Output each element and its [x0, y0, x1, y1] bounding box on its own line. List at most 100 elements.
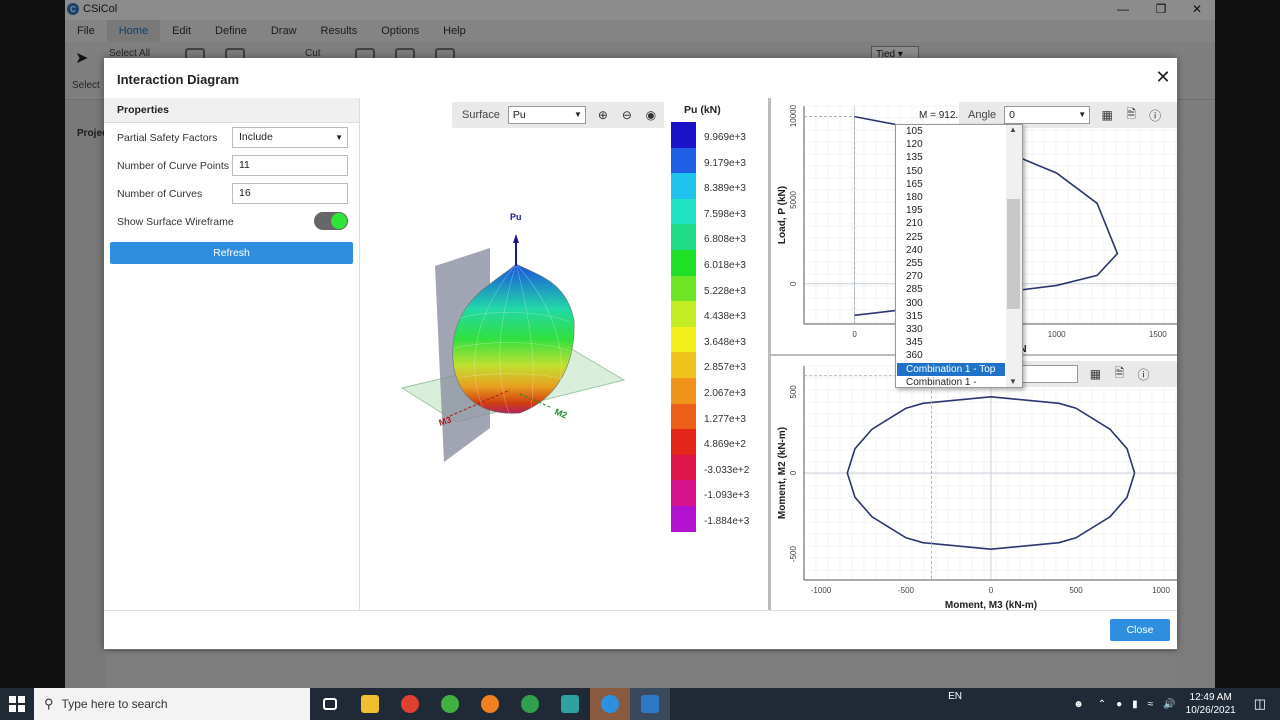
dropdown-scroll-thumb[interactable] — [1007, 199, 1020, 309]
app-green-icon[interactable] — [430, 688, 470, 720]
dropdown-option[interactable]: 135 — [897, 151, 1005, 164]
legend-swatch — [671, 480, 696, 507]
dropdown-option[interactable]: 285 — [897, 283, 1005, 296]
dropdown-option[interactable]: 210 — [897, 217, 1005, 230]
wifi-icon[interactable]: ≈ — [1148, 699, 1154, 710]
dropdown-option[interactable]: 150 — [897, 165, 1005, 178]
file-explorer-icon[interactable] — [350, 688, 390, 720]
legend-swatch — [671, 301, 696, 328]
clock[interactable]: 12:49 AM 10/26/2021 — [1186, 691, 1236, 717]
chevron-up-icon[interactable]: ⌃ — [1098, 699, 1106, 710]
app-teal-icon[interactable] — [550, 688, 590, 720]
chrome-icon[interactable] — [390, 688, 430, 720]
legend-label: 6.018e+3 — [704, 260, 746, 271]
info-icon[interactable]: ⓘ — [1146, 106, 1164, 124]
properties-header: Properties — [104, 98, 359, 123]
p-m-y-axis-title: Load, P (kN) — [777, 186, 788, 244]
surface-3d-view[interactable]: Surface Pu ▼ ⊕ ⊖ ◉ Pu M3 M2 — [360, 98, 670, 610]
legend-swatch — [671, 173, 696, 200]
csicol-taskbar-icon[interactable] — [630, 688, 670, 720]
dropdown-option[interactable]: Combination 1 - Bottom — [897, 376, 1005, 387]
legend-title: Pu (kN) — [684, 104, 721, 116]
battery-icon[interactable]: ▮ — [1132, 699, 1138, 710]
volume-icon[interactable]: 🔊 — [1163, 699, 1175, 710]
microphone-icon[interactable]: ● — [1116, 699, 1122, 710]
close-button[interactable]: Close — [1110, 619, 1170, 641]
legend-swatch — [671, 454, 696, 481]
dropdown-option[interactable]: 360 — [897, 349, 1005, 362]
legend-swatch — [671, 352, 696, 379]
m2-m3-x-axis-title: Moment, M3 (kN-m) — [945, 600, 1037, 610]
windows-taskbar: ⚲ Type here to search EN ☻ ⌃ ● ▮ ≈ 🔊 12:… — [0, 688, 1280, 720]
dropdown-option[interactable]: 180 — [897, 191, 1005, 204]
legend-label: 7.598e+3 — [704, 208, 746, 220]
table-icon[interactable]: ▦ — [1098, 106, 1116, 124]
dropdown-option[interactable]: 255 — [897, 257, 1005, 270]
dialog-footer: Close — [104, 610, 1177, 649]
curves-input[interactable]: 16 — [232, 183, 348, 204]
wireframe-toggle[interactable] — [314, 212, 348, 230]
legend-label: 4.869e+2 — [704, 439, 746, 451]
m2-m3-plot[interactable]: -1000 -500 0 500 1000 -500 0 500 Moment, M3 (kN-… — [771, 354, 1177, 610]
chevron-down-icon: ▼ — [335, 133, 343, 142]
y-tick-label: -500 — [789, 546, 798, 563]
search-icon: ⚲ — [44, 696, 54, 711]
dialog-close-icon[interactable]: ✕ — [1153, 67, 1173, 87]
dropdown-option[interactable]: 315 — [897, 310, 1005, 323]
app-orange-icon[interactable] — [470, 688, 510, 720]
dropdown-option[interactable]: 300 — [897, 297, 1005, 310]
legend-label: -1.884e+3 — [704, 516, 750, 527]
dropdown-option[interactable]: 165 — [897, 178, 1005, 191]
psf-select[interactable]: Include ▼ — [232, 127, 348, 148]
scroll-down-icon[interactable]: ▼ — [1009, 377, 1017, 386]
export-icon[interactable]: 🗎 — [1110, 365, 1128, 383]
taskbar-search[interactable]: ⚲ Type here to search — [34, 688, 310, 720]
windows-start-icon[interactable] — [0, 688, 34, 720]
search-placeholder: Type here to search — [61, 697, 168, 711]
chevron-down-icon: ▼ — [1078, 110, 1087, 119]
dropdown-option[interactable]: 240 — [897, 244, 1005, 257]
dropdown-option[interactable]: 345 — [897, 336, 1005, 349]
refresh-button[interactable]: Refresh — [110, 242, 353, 264]
dropdown-option[interactable]: 195 — [897, 204, 1005, 217]
legend-swatch — [671, 403, 696, 430]
surface-3d-svg: Pu M3 M2 — [400, 212, 626, 462]
language-indicator[interactable]: EN — [948, 691, 962, 702]
dropdown-option[interactable]: 330 — [897, 323, 1005, 336]
dropdown-option[interactable]: 270 — [897, 270, 1005, 283]
legend-swatch — [671, 198, 696, 225]
legend-label: 3.648e+3 — [704, 336, 746, 348]
y-tick-label: 0 — [789, 281, 798, 286]
legend-label: -1.093e+3 — [704, 490, 750, 502]
pu-legend: Pu (kN) 9.969e+3 9.179e+3 8.389e+3 7.598e+3… — [670, 98, 770, 610]
dropdown-option[interactable]: Combination 1 - Top — [897, 362, 1005, 376]
legend-label: 1.277e+3 — [704, 413, 746, 425]
x-tick-label: 500 — [1069, 586, 1083, 595]
x-tick-label: -500 — [898, 586, 915, 595]
app-blue-icon[interactable] — [590, 688, 630, 720]
angle-dropdown-list[interactable]: 105 120 135 150 165 180 195 210 225 240 255 270 285 3… — [895, 124, 1023, 388]
notifications-icon[interactable]: ◫ — [1254, 696, 1266, 712]
chrome-user-icon[interactable] — [510, 688, 550, 720]
dropdown-option[interactable]: 105 — [897, 125, 1005, 138]
x-tick-label: 0 — [989, 586, 994, 595]
people-icon[interactable]: ☻ — [1073, 699, 1084, 710]
m2-m3-y-axis-title: Moment, M2 (kN-m) — [777, 427, 788, 519]
angle-value: 0 — [1009, 109, 1015, 121]
dropdown-option[interactable]: 225 — [897, 231, 1005, 244]
system-tray: EN ☻ ⌃ ● ▮ ≈ 🔊 12:49 AM 10/26/2021 ◫ — [948, 688, 1280, 720]
table-icon[interactable]: ▦ — [1086, 365, 1104, 383]
dropdown-option[interactable]: 120 — [897, 138, 1005, 151]
task-view-icon[interactable] — [310, 688, 350, 720]
legend-swatch — [671, 224, 696, 251]
export-icon[interactable]: 🗎 — [1122, 106, 1140, 124]
angle-select[interactable]: 0 ▼ — [1004, 106, 1091, 124]
info-icon[interactable]: ⓘ — [1134, 365, 1152, 383]
x-tick-label: 1500 — [1149, 330, 1167, 339]
scroll-up-icon[interactable]: ▲ — [1009, 125, 1017, 134]
psf-label: Partial Safety Factors — [117, 132, 218, 144]
properties-panel: Properties Partial Safety Factors Includ… — [104, 98, 360, 610]
legend-swatch — [671, 378, 696, 404]
legend-label: -3.033e+2 — [704, 464, 750, 476]
curve-points-input[interactable]: 11 — [232, 155, 348, 176]
